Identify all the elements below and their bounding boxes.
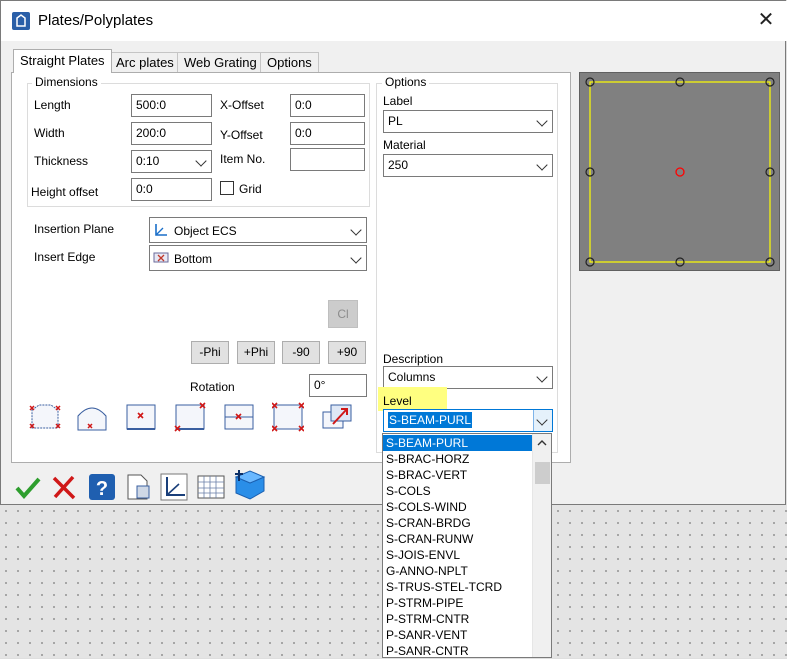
- ok-check-icon[interactable]: [13, 472, 43, 502]
- scroll-up-icon[interactable]: [536, 437, 548, 449]
- material-value: 250: [388, 158, 409, 172]
- level-dropdown-item[interactable]: S-TRUS-STEL-TCRD: [383, 579, 533, 595]
- help-icon[interactable]: ?: [87, 472, 117, 502]
- window-title: Plates/Polyplates: [38, 12, 154, 29]
- thickness-label: Thickness: [34, 154, 89, 168]
- edge-center-icon[interactable]: [125, 402, 157, 432]
- description-label: Description: [383, 352, 444, 366]
- plus-90-button[interactable]: +90: [328, 341, 366, 364]
- level-dropdown-item[interactable]: S-BEAM-PURL: [383, 435, 533, 451]
- itemno-input[interactable]: [290, 148, 365, 171]
- chevron-down-icon: [195, 155, 207, 167]
- xoffset-input[interactable]: 0:0: [290, 94, 365, 117]
- grid-checkbox[interactable]: [220, 181, 234, 195]
- close-button[interactable]: ✕: [753, 7, 779, 33]
- coordinate-system-icon[interactable]: [159, 472, 189, 502]
- cl-button[interactable]: Cl: [328, 300, 358, 328]
- tab-options[interactable]: Options: [260, 52, 319, 72]
- level-value: S-BEAM-PURL: [386, 411, 474, 429]
- grid-label: Grid: [239, 182, 262, 196]
- level-dropdown-item[interactable]: S-JOIS-ENVL: [383, 547, 533, 563]
- label-combo[interactable]: PL: [383, 110, 553, 133]
- minus-90-button[interactable]: -90: [282, 341, 320, 364]
- insert-edge-value: Bottom: [174, 252, 213, 266]
- arc-plate-icon[interactable]: [76, 402, 108, 432]
- itemno-label: Item No.: [220, 152, 266, 166]
- length-label: Length: [34, 98, 71, 112]
- rotation-label: Rotation: [190, 380, 235, 394]
- width-label: Width: [34, 126, 65, 140]
- plate-preview-drawing: [585, 77, 775, 267]
- edge-corner-icon[interactable]: [174, 402, 206, 432]
- material-combo[interactable]: 250: [383, 154, 553, 177]
- insertion-plane-combo[interactable]: Object ECS: [149, 217, 367, 243]
- app-icon: [12, 12, 30, 30]
- title-bar: Plates/Polyplates ✕: [1, 1, 787, 41]
- level-dropdown-item[interactable]: P-SANR-VENT: [383, 627, 533, 643]
- level-combo[interactable]: S-BEAM-PURL: [383, 409, 553, 432]
- 3d-plate-icon[interactable]: [232, 469, 266, 503]
- level-dropdown-item[interactable]: S-BRAC-VERT: [383, 467, 533, 483]
- height-offset-input[interactable]: 0:0: [131, 178, 212, 201]
- plate-preview: [579, 72, 780, 271]
- dropdown-scrollbar[interactable]: [532, 434, 551, 657]
- edge-middle-icon[interactable]: [223, 402, 255, 432]
- description-combo[interactable]: Columns: [383, 366, 553, 389]
- label-label: Label: [383, 94, 413, 108]
- tab-web-grating[interactable]: Web Grating: [177, 52, 264, 72]
- options-group-title: Options: [382, 75, 430, 89]
- thickness-combo[interactable]: 0:10: [131, 150, 212, 173]
- chevron-down-icon: [536, 371, 548, 383]
- tab-straight-plates[interactable]: Straight Plates: [13, 49, 112, 73]
- svg-text:?: ?: [96, 478, 108, 500]
- level-dropdown-items: S-BEAM-PURL S-BRAC-HORZ S-BRAC-VERT S-COLS S…: [383, 435, 533, 659]
- level-dropdown-item[interactable]: S-COLS-WIND: [383, 499, 533, 515]
- tab-arc-plates[interactable]: Arc plates: [109, 52, 181, 72]
- level-dropdown-item[interactable]: P-SANR-CNTR: [383, 643, 533, 659]
- offset-plate-icon[interactable]: [321, 402, 353, 432]
- level-dropdown-item[interactable]: P-STRM-CNTR: [383, 611, 533, 627]
- level-label: Level: [383, 394, 412, 408]
- grid-table-icon[interactable]: [196, 472, 226, 502]
- edge-bottom-icon: [153, 252, 169, 263]
- yoffset-label: Y-Offset: [220, 128, 263, 142]
- description-value: Columns: [388, 370, 436, 384]
- level-dropdown-item[interactable]: S-COLS: [383, 483, 533, 499]
- insertion-plane-label: Insertion Plane: [34, 222, 115, 236]
- level-dropdown-item[interactable]: S-CRAN-BRDG: [383, 515, 533, 531]
- document-icon[interactable]: [123, 472, 153, 502]
- rotation-input[interactable]: 0°: [309, 374, 367, 397]
- level-dropdown-list[interactable]: S-BEAM-PURL S-BRAC-HORZ S-BRAC-VERT S-COLS S…: [382, 433, 552, 658]
- scroll-thumb[interactable]: [535, 462, 550, 484]
- level-dropdown-item[interactable]: P-STRM-PIPE: [383, 595, 533, 611]
- plus-phi-button[interactable]: +Phi: [237, 341, 275, 364]
- level-dropdown-item[interactable]: S-BRAC-HORZ: [383, 451, 533, 467]
- insertion-plane-value: Object ECS: [174, 224, 237, 238]
- edge-corners-icon[interactable]: [271, 402, 305, 432]
- chevron-down-icon: [350, 224, 362, 236]
- polygon-plate-icon[interactable]: [29, 402, 61, 432]
- thickness-value: 0:10: [136, 154, 160, 168]
- insert-edge-combo[interactable]: Bottom: [149, 245, 367, 271]
- material-label: Material: [383, 138, 426, 152]
- width-input[interactable]: 200:0: [131, 122, 212, 145]
- yoffset-input[interactable]: 0:0: [290, 122, 365, 145]
- minus-phi-button[interactable]: -Phi: [191, 341, 229, 364]
- level-dropdown-item[interactable]: S-CRAN-RUNW: [383, 531, 533, 547]
- chevron-down-icon: [536, 159, 548, 171]
- plates-dialog: Plates/Polyplates ✕ Straight Plates Arc …: [0, 0, 787, 505]
- level-dropdown-item[interactable]: G-ANNO-NPLT: [383, 563, 533, 579]
- insert-edge-label: Insert Edge: [34, 250, 96, 264]
- dimensions-group-title: Dimensions: [32, 75, 101, 89]
- xoffset-label: X-Offset: [220, 98, 264, 112]
- height-offset-label: Height offset: [31, 185, 99, 199]
- length-input[interactable]: 500:0: [131, 94, 212, 117]
- ecs-axis-icon: [155, 224, 167, 236]
- chevron-down-icon: [350, 252, 362, 264]
- chevron-down-icon: [536, 115, 548, 127]
- cancel-x-icon[interactable]: [49, 472, 79, 502]
- label-value: PL: [388, 114, 403, 128]
